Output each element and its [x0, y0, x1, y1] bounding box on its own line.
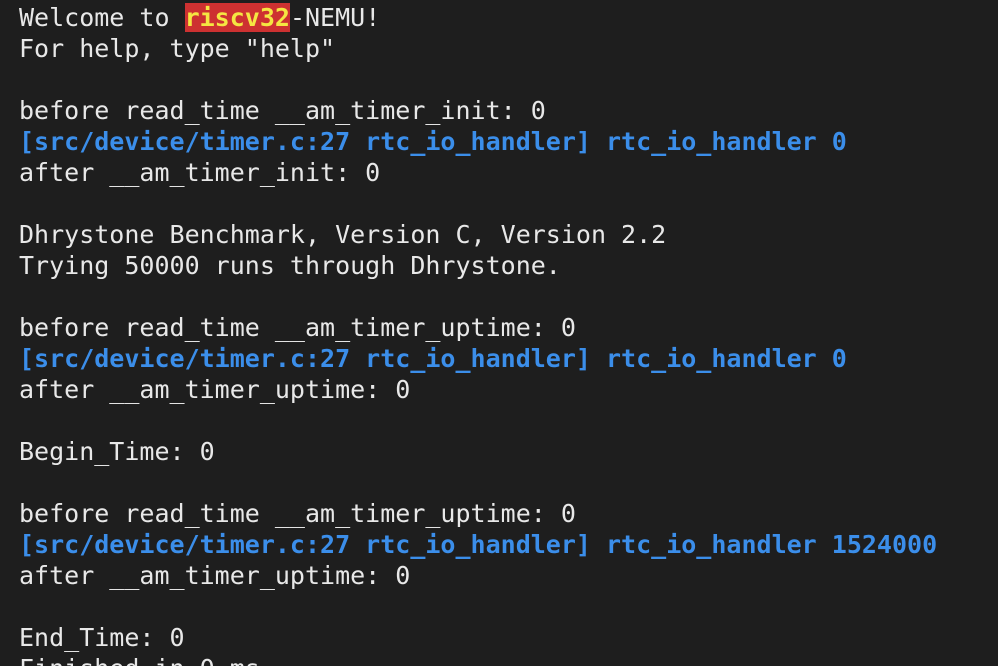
- output-line: before read_time __am_timer_uptime: 0: [19, 313, 576, 342]
- arch-highlight: riscv32: [184, 3, 290, 32]
- welcome-line: Welcome to riscv32-NEMU!: [19, 2, 937, 33]
- log-line: [src/device/timer.c:27 rtc_io_handler] r…: [19, 127, 847, 156]
- terminal-window[interactable]: Welcome to riscv32-NEMU! For help, type …: [0, 0, 998, 666]
- output-line: before read_time __am_timer_init: 0: [19, 96, 546, 125]
- output-line: Dhrystone Benchmark, Version C, Version …: [19, 220, 667, 249]
- output-line: Begin_Time: 0: [19, 437, 215, 466]
- terminal-output: Welcome to riscv32-NEMU! For help, type …: [19, 2, 937, 666]
- output-line: after __am_timer_uptime: 0: [19, 561, 411, 590]
- output-line: after __am_timer_uptime: 0: [19, 375, 411, 404]
- output-line: Trying 50000 runs through Dhrystone.: [19, 251, 561, 280]
- output-line: For help, type "help": [19, 34, 336, 63]
- output-line: End_Time: 0: [19, 623, 185, 652]
- log-line: [src/device/timer.c:27 rtc_io_handler] r…: [19, 530, 938, 559]
- output-line: before read_time __am_timer_uptime: 0: [19, 499, 576, 528]
- output-line: after __am_timer_init: 0: [19, 158, 381, 187]
- welcome-suffix: -NEMU!: [289, 3, 381, 32]
- log-line: [src/device/timer.c:27 rtc_io_handler] r…: [19, 344, 847, 373]
- output-line: Finished in 0 ms: [19, 653, 937, 666]
- welcome-prefix: Welcome to: [19, 3, 185, 32]
